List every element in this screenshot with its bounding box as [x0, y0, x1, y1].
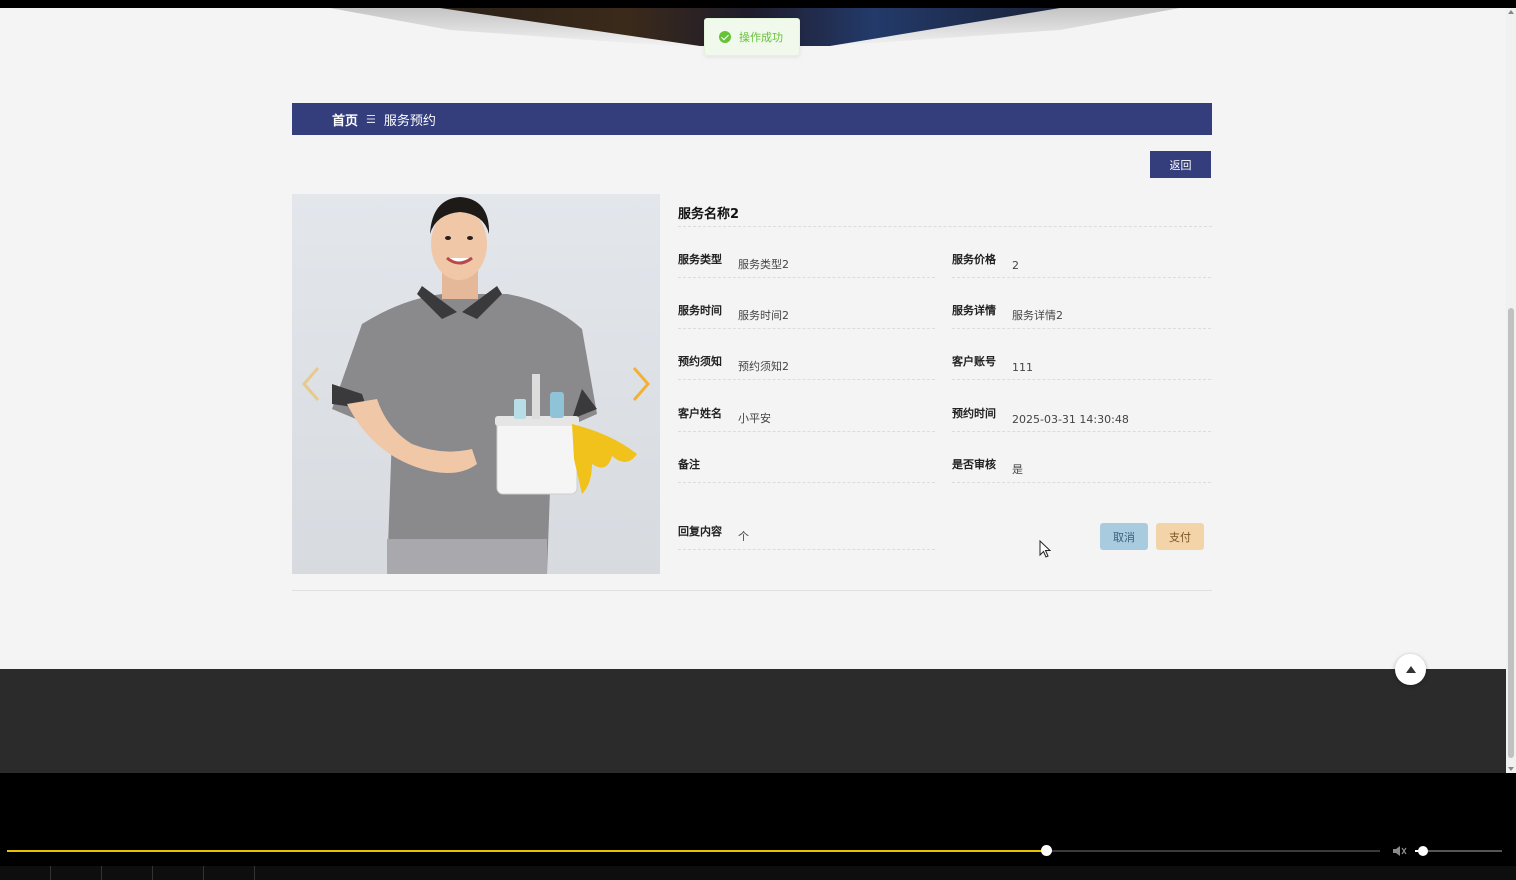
breadcrumb: 首页 ☰ 服务预约	[292, 103, 1212, 135]
taskbar-slot[interactable]	[204, 866, 255, 880]
success-toast: 操作成功	[704, 18, 800, 56]
back-button[interactable]: 返回	[1150, 151, 1211, 178]
field-value: 是	[1012, 463, 1023, 476]
taskbar-slot[interactable]	[51, 866, 102, 880]
breadcrumb-separator-icon: ☰	[366, 112, 376, 126]
field-booking-notice: 预约须知 预约须知2	[678, 355, 935, 380]
field-value: 服务类型2	[738, 258, 789, 271]
scroll-down-icon[interactable]	[1508, 767, 1514, 771]
volume-icon[interactable]	[1392, 845, 1408, 857]
field-service-type: 服务类型 服务类型2	[678, 253, 935, 278]
field-booking-time: 预约时间 2025-03-31 14:30:48	[952, 407, 1211, 432]
video-progress-fill	[7, 850, 1047, 852]
volume-handle[interactable]	[1417, 846, 1428, 856]
cancel-button[interactable]: 取消	[1100, 523, 1148, 550]
field-value: 预约须知2	[738, 360, 789, 373]
field-label: 备注	[678, 458, 700, 471]
content-divider	[292, 590, 1212, 591]
service-title: 服务名称2	[678, 203, 1212, 227]
taskbar-slot[interactable]	[0, 866, 51, 880]
field-reviewed: 是否审核 是	[952, 458, 1211, 483]
field-label: 客户账号	[952, 355, 996, 368]
carousel-next-chevron-right-icon[interactable]	[628, 364, 654, 404]
success-check-icon	[719, 31, 731, 43]
field-value: 个	[738, 530, 749, 543]
page-footer	[0, 669, 1506, 773]
field-value: 服务详情2	[1012, 309, 1063, 322]
field-label: 客户姓名	[678, 407, 722, 420]
field-label: 服务类型	[678, 253, 722, 266]
field-label: 回复内容	[678, 525, 722, 538]
taskbar-slot[interactable]	[153, 866, 204, 880]
field-reply-content: 回复内容 个	[678, 525, 935, 550]
field-customer-account: 客户账号 111	[952, 355, 1211, 380]
carousel-prev-chevron-left-icon[interactable]	[298, 364, 324, 404]
toast-message: 操作成功	[739, 31, 783, 44]
back-to-top-button[interactable]	[1395, 654, 1426, 685]
volume-slider[interactable]	[1415, 850, 1502, 852]
field-label: 服务价格	[952, 253, 996, 266]
field-label: 服务时间	[678, 304, 722, 317]
taskbar-slot[interactable]	[102, 866, 153, 880]
field-value: 2	[1012, 259, 1019, 272]
mouse-cursor-icon	[1039, 540, 1052, 558]
scroll-up-icon[interactable]	[1508, 10, 1514, 14]
service-image-carousel[interactable]	[292, 194, 660, 574]
field-value: 服务时间2	[738, 309, 789, 322]
video-progress-handle[interactable]	[1040, 845, 1052, 856]
breadcrumb-home[interactable]: 首页	[332, 110, 358, 129]
field-label: 服务详情	[952, 304, 996, 317]
field-value: 111	[1012, 361, 1033, 374]
field-label: 预约须知	[678, 355, 722, 368]
taskbar	[0, 866, 1516, 880]
field-value: 2025-03-31 14:30:48	[1012, 413, 1129, 426]
scrollbar-thumb[interactable]	[1508, 308, 1514, 758]
service-photo	[332, 197, 637, 574]
pay-button[interactable]: 支付	[1156, 523, 1204, 550]
field-label: 预约时间	[952, 407, 996, 420]
field-service-details: 服务详情 服务详情2	[952, 304, 1211, 329]
video-progress-bar[interactable]	[7, 850, 1380, 852]
page-scrollbar[interactable]	[1506, 8, 1516, 773]
field-customer-name: 客户姓名 小平安	[678, 407, 935, 432]
field-label: 是否审核	[952, 458, 996, 471]
field-service-price: 服务价格 2	[952, 253, 1211, 278]
field-value: 小平安	[738, 412, 771, 425]
breadcrumb-current: 服务预约	[383, 113, 436, 129]
back-to-top-icon	[1405, 666, 1416, 673]
field-remark: 备注	[678, 458, 935, 483]
field-service-time: 服务时间 服务时间2	[678, 304, 935, 329]
